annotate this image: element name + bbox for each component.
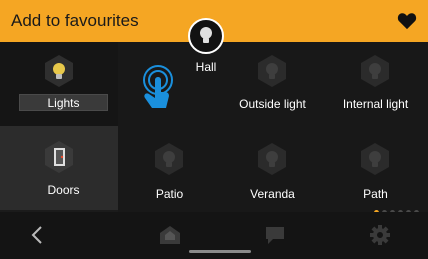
page-title: Add to favourites: [11, 11, 139, 30]
bulb-icon: [358, 142, 392, 176]
device-label: Outside light: [239, 97, 306, 111]
category-lights[interactable]: Lights: [0, 42, 118, 126]
bulb-icon: [152, 142, 186, 176]
device-tile-internal-light[interactable]: Internal light: [324, 42, 427, 126]
home-indicator-bar: [189, 250, 251, 253]
device-tile-path[interactable]: Path: [324, 132, 427, 216]
back-icon[interactable]: [27, 224, 49, 246]
bulb-icon: [42, 54, 76, 88]
home-icon[interactable]: [159, 224, 181, 246]
bulb-icon: [200, 27, 212, 43]
device-label: Path: [363, 187, 388, 201]
bulb-icon: [358, 54, 392, 88]
device-label: Veranda: [250, 187, 295, 201]
door-icon: [42, 140, 76, 174]
hall-drag-icon[interactable]: [188, 18, 224, 54]
category-lights-label: Lights: [19, 94, 108, 111]
bulb-icon: [255, 54, 289, 88]
category-doors-label: Doors: [47, 183, 80, 197]
device-tile-patio[interactable]: Patio: [118, 132, 221, 216]
device-label: Patio: [155, 187, 184, 201]
bulb-icon: [255, 142, 289, 176]
tap-hand-icon: [134, 64, 176, 116]
device-tile-outside-light[interactable]: Outside light: [221, 42, 324, 126]
category-doors[interactable]: Doors: [0, 126, 118, 210]
device-tile-veranda[interactable]: Veranda: [221, 132, 324, 216]
category-sidebar: Lights Doors: [0, 42, 118, 212]
chat-icon[interactable]: [264, 224, 286, 246]
gear-icon[interactable]: [369, 224, 391, 246]
heart-icon[interactable]: [397, 12, 417, 30]
hall-label: Hall: [195, 60, 217, 74]
device-label: Internal light: [342, 97, 409, 111]
